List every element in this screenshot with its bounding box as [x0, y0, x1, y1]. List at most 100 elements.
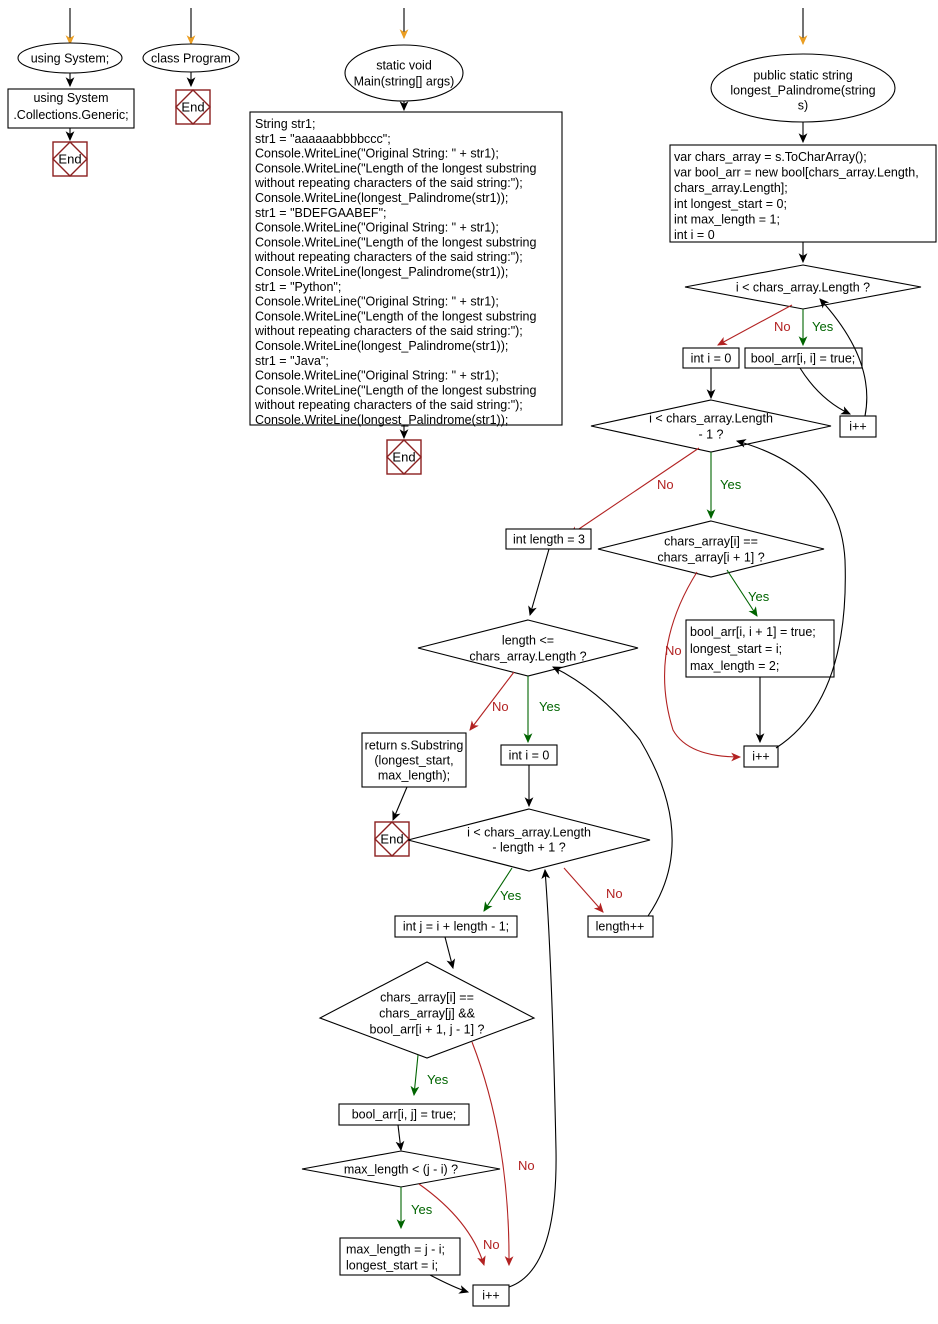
node-func-header[interactable]: public static string longest_Palindrome(… — [710, 53, 896, 123]
node-int-j-label: int j = i + length - 1; — [403, 919, 509, 933]
node-int-length-3[interactable]: int length = 3 — [505, 528, 592, 550]
main-body-line-3: Console.WriteLine("Original String: " + … — [255, 147, 499, 161]
node-int-length-3-label: int length = 3 — [513, 532, 585, 546]
main-body-line-11: Console.WriteLine(longest_Palindrome(str… — [255, 265, 508, 279]
set-pair-line-1: bool_arr[i, i + 1] = true; — [690, 625, 816, 639]
node-cond-chars-j[interactable]: chars_array[i] == chars_array[j] && bool… — [318, 961, 536, 1059]
main-body-line-19: Console.WriteLine("Length of the longest… — [255, 383, 537, 397]
set-pair-line-3: max_length = 2; — [690, 659, 779, 673]
edge-cond7-yes: Yes — [396, 1187, 433, 1230]
node-bool-arr-ii[interactable]: bool_arr[i, i] = true; — [744, 347, 863, 369]
node-cond-chars-j-line-2: chars_array[j] && — [379, 1006, 476, 1020]
node-return-substring-line-1: return s.Substring — [365, 738, 464, 752]
node-end-3[interactable]: End — [386, 439, 422, 475]
edge-cond6-yes-label: Yes — [427, 1072, 449, 1087]
edge-cond2-yes-label: Yes — [720, 477, 742, 492]
node-using-system-label: using System; — [31, 51, 110, 65]
node-cond-chars-j-line-3: bool_arr[i + 1, j - 1] ? — [370, 1022, 485, 1036]
func-init-line-3: chars_array.Length]; — [674, 181, 788, 195]
node-cond-i-lt-length-m1-line-1: i < chars_array.Length — [649, 411, 773, 425]
edge-cond1-yes-label: Yes — [812, 319, 834, 334]
node-length-pp-label: length++ — [596, 919, 645, 933]
node-int-i-0-a-label: int i = 0 — [691, 351, 732, 365]
node-main-header[interactable]: static void Main(string[] args) — [344, 44, 464, 102]
main-body-line-13: Console.WriteLine("Original String: " + … — [255, 295, 499, 309]
main-body-line-1: String str1; — [255, 117, 315, 131]
main-body-line-16: Console.WriteLine(longest_Palindrome(str… — [255, 339, 508, 353]
node-bool-arr-ij-label: bool_arr[i, j] = true; — [352, 1107, 457, 1121]
node-return-substring[interactable]: return s.Substring (longest_start, max_l… — [361, 732, 467, 788]
edge-cond7-yes-label: Yes — [411, 1202, 433, 1217]
func-init-line-5: int max_length = 1; — [674, 212, 780, 226]
node-end-2[interactable]: End — [175, 89, 211, 125]
node-cond-max-length[interactable]: max_length < (j - i) ? — [301, 1150, 501, 1188]
set-pair-line-2: longest_start = i; — [690, 642, 782, 656]
edge-cond2-no: No — [569, 447, 700, 536]
node-cond-i-lt-length-minus-length-line-1: i < chars_array.Length — [467, 825, 591, 839]
main-body-line-10: without repeating characters of the said… — [254, 250, 523, 264]
node-func-init[interactable]: var chars_array = s.ToCharArray(); var bo… — [669, 144, 937, 243]
edge-cond4-no: No — [469, 671, 515, 731]
node-ipp-3[interactable]: i++ — [472, 1284, 510, 1307]
node-bool-arr-ii-label: bool_arr[i, i] = true; — [751, 351, 856, 365]
main-body-line-6: Console.WriteLine(longest_Palindrome(str… — [255, 191, 508, 205]
node-bool-arr-ij[interactable]: bool_arr[i, j] = true; — [338, 1103, 470, 1126]
node-ipp-3-label: i++ — [482, 1288, 499, 1302]
node-int-i-0-a[interactable]: int i = 0 — [682, 347, 740, 369]
node-return-substring-line-2: (longest_start, — [374, 753, 453, 767]
node-cond-chars-eq-line-1: chars_array[i] == — [664, 534, 758, 548]
node-cond-length-le-line-2: chars_array.Length ? — [469, 649, 586, 663]
node-main-body[interactable]: String str1;str1 = "aaaaaabbbbccc";Conso… — [249, 111, 563, 427]
node-set-max[interactable]: max_length = j - i; longest_start = i; — [339, 1237, 461, 1276]
func-init-line-4: int longest_start = 0; — [674, 197, 787, 211]
edge-cond5-yes: Yes — [483, 867, 522, 912]
node-int-i-0-b[interactable]: int i = 0 — [500, 744, 558, 766]
node-cond-i-lt-length-minus-length[interactable]: i < chars_array.Length - length + 1 ? — [407, 808, 651, 872]
node-using-collections[interactable]: using System .Collections.Generic; — [7, 88, 135, 129]
edge-cond3-yes: Yes — [726, 569, 770, 617]
node-end-4[interactable]: End — [374, 821, 410, 857]
edge-cond4-yes: Yes — [523, 676, 561, 744]
node-end-1[interactable]: End — [52, 141, 88, 177]
edge-return-to-end4 — [392, 786, 408, 822]
main-body-line-17: str1 = "Java"; — [255, 354, 329, 368]
node-func-header-line-2: longest_Palindrome(string — [730, 83, 875, 97]
node-int-j[interactable]: int j = i + length - 1; — [394, 915, 518, 938]
node-ipp-1[interactable]: i++ — [839, 415, 877, 438]
main-body-line-4: Console.WriteLine("Length of the longest… — [255, 161, 537, 175]
main-body-line-15: without repeating characters of the said… — [254, 324, 523, 338]
node-cond-i-lt-length-m1-line-2: - 1 ? — [698, 427, 723, 441]
node-return-substring-line-3: max_length); — [378, 768, 450, 782]
main-body-line-18: Console.WriteLine("Original String: " + … — [255, 369, 499, 383]
node-class-program-label: class Program — [151, 51, 231, 65]
node-cond-length-le[interactable]: length <= chars_array.Length ? — [417, 619, 639, 677]
node-main-header-line-2: Main(string[] args) — [354, 74, 455, 88]
node-using-collections-line-2: .Collections.Generic; — [13, 108, 128, 122]
edge-intlength3-to-cond4 — [528, 548, 550, 617]
edge-intj-to-cond6 — [444, 936, 456, 970]
node-cond-max-length-label: max_length < (j - i) ? — [344, 1162, 458, 1176]
main-body-line-2: str1 = "aaaaaabbbbccc"; — [255, 132, 391, 146]
flowchart-canvas: using System; using System .Collections.… — [7, 8, 937, 1307]
node-end-2-label: End — [181, 99, 204, 114]
edge-cond7-no-label: No — [483, 1237, 500, 1252]
node-ipp-2[interactable]: i++ — [743, 745, 779, 768]
node-cond-i-lt-length-minus-length-line-2: - length + 1 ? — [492, 840, 565, 854]
node-cond-i-lt-length[interactable]: i < chars_array.Length ? — [684, 264, 922, 310]
node-ipp-2-label: i++ — [752, 749, 769, 763]
node-length-pp[interactable]: length++ — [587, 915, 654, 938]
main-body-line-20: without repeating characters of the said… — [254, 398, 523, 412]
node-cond-chars-eq[interactable]: chars_array[i] == chars_array[i + 1] ? — [597, 520, 825, 578]
edge-boolarrii-to-ipp1 — [799, 367, 851, 415]
node-using-system[interactable]: using System; — [17, 42, 123, 74]
edge-cond5-no: No — [563, 867, 623, 913]
node-end-1-label: End — [58, 151, 81, 166]
edge-cond3-yes-label: Yes — [748, 589, 770, 604]
node-func-header-line-1: public static string — [753, 68, 852, 82]
edge-cond1-no-label: No — [774, 319, 791, 334]
node-cond-i-lt-length-m1[interactable]: i < chars_array.Length - 1 ? — [590, 399, 832, 453]
edge-cond3-no-label: No — [665, 643, 682, 658]
node-class-program[interactable]: class Program — [142, 43, 240, 73]
node-main-body-lines: String str1;str1 = "aaaaaabbbbccc";Conso… — [254, 117, 537, 427]
node-set-pair[interactable]: bool_arr[i, i + 1] = true; longest_start … — [685, 619, 835, 678]
